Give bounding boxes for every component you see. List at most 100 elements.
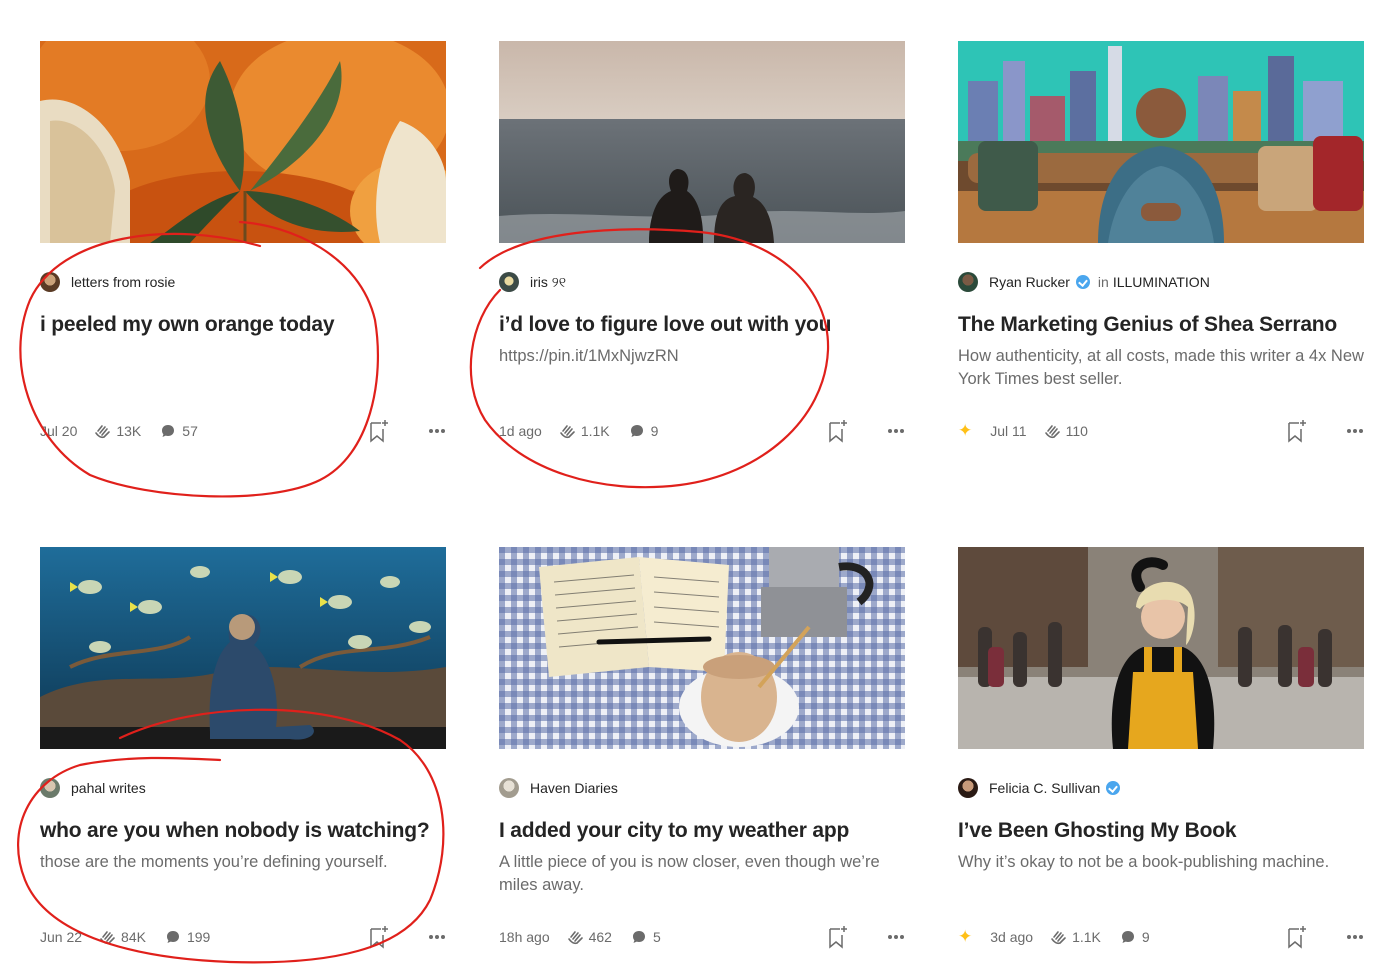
story-thumbnail[interactable]	[499, 41, 905, 243]
clap-icon	[93, 422, 111, 440]
clap-icon	[1043, 422, 1061, 440]
story-card[interactable]: iris ୨୧ i’d love to figure love out with…	[499, 41, 905, 443]
publish-date: 18h ago	[499, 929, 550, 945]
story-actions	[827, 925, 905, 949]
response-count: 5	[652, 929, 661, 945]
response-count: 9	[650, 423, 659, 439]
response-count: 199	[186, 929, 211, 945]
story-thumbnail[interactable]	[30, 11, 470, 291]
author-row: Felicia C. Sullivan	[958, 777, 1121, 799]
more-icon[interactable]	[1346, 934, 1364, 940]
author-avatar[interactable]	[40, 778, 60, 798]
verified-icon	[1106, 781, 1121, 795]
publication-name[interactable]: ILLUMINATION	[1113, 274, 1210, 290]
story-actions	[827, 419, 905, 443]
publish-date: 3d ago	[990, 929, 1034, 945]
author-name[interactable]: iris ୨୧	[530, 274, 566, 291]
author-name[interactable]: letters from rosie	[71, 274, 175, 290]
author-avatar[interactable]	[499, 272, 519, 292]
story-subtitle[interactable]: https://pin.it/1MxNjwzRN	[499, 345, 905, 368]
clap-icon	[1049, 928, 1067, 946]
clap-count: 1.1K	[580, 423, 610, 439]
star-icon: ✦	[958, 927, 973, 946]
response-icon	[632, 930, 646, 944]
author-row: Ryan Rucker in ILLUMINATION	[958, 271, 1210, 293]
publish-date: Jun 22	[40, 929, 83, 945]
clap-count: 462	[588, 929, 612, 945]
verified-icon	[1075, 275, 1090, 289]
story-title[interactable]: I added your city to my weather app	[499, 817, 905, 845]
author-name[interactable]: Haven Diaries	[530, 780, 618, 796]
story-subtitle[interactable]: How authenticity, at all costs, made thi…	[958, 345, 1364, 391]
clap-icon	[98, 928, 116, 946]
author-avatar[interactable]	[958, 272, 978, 292]
more-icon[interactable]	[887, 934, 905, 940]
story-subtitle[interactable]: A little piece of you is now closer, eve…	[499, 851, 905, 897]
story-subtitle[interactable]: Why it’s okay to not be a book-publishin…	[958, 851, 1364, 874]
story-thumbnail[interactable]	[499, 547, 905, 749]
author-avatar[interactable]	[40, 272, 60, 292]
author-avatar[interactable]	[499, 778, 519, 798]
bookmark-add-icon[interactable]	[1286, 419, 1308, 443]
story-subtitle[interactable]: those are the moments you’re defining yo…	[40, 851, 446, 874]
author-row: letters from rosie	[40, 271, 175, 293]
author-row: iris ୨୧	[499, 271, 566, 293]
author-row: Haven Diaries	[499, 777, 618, 799]
clap-count: 84K	[121, 929, 146, 945]
more-icon[interactable]	[1346, 428, 1364, 434]
story-meta: ✦ 3d ago 1.1K 9	[958, 925, 1364, 949]
star-icon: ✦	[958, 421, 973, 440]
author-avatar[interactable]	[958, 778, 978, 798]
clap-icon	[566, 928, 584, 946]
publish-date: Jul 20	[40, 423, 78, 439]
story-actions	[1286, 925, 1364, 949]
publish-date: 1d ago	[499, 423, 542, 439]
publication-prefix: in	[1097, 274, 1109, 290]
more-icon[interactable]	[887, 428, 905, 434]
story-title[interactable]: who are you when nobody is watching?	[40, 817, 446, 845]
story-actions	[1286, 419, 1364, 443]
bookmark-add-icon[interactable]	[1286, 925, 1308, 949]
clap-count: 1.1K	[1072, 929, 1101, 945]
publish-date: Jul 11	[990, 423, 1027, 439]
response-count: 57	[182, 423, 198, 439]
author-name[interactable]: Felicia C. Sullivan	[989, 780, 1100, 796]
response-icon	[1121, 930, 1135, 944]
author-name[interactable]: Ryan Rucker	[989, 274, 1070, 290]
story-title[interactable]: The Marketing Genius of Shea Serrano	[958, 311, 1364, 339]
response-count: 9	[1141, 929, 1150, 945]
story-card[interactable]: Felicia C. Sullivan I’ve Been Ghosting M…	[958, 547, 1364, 949]
annotation-circle	[19, 220, 379, 498]
story-actions	[368, 925, 446, 949]
bookmark-add-icon[interactable]	[827, 419, 849, 443]
story-card[interactable]: Ryan Rucker in ILLUMINATION The Marketin…	[958, 41, 1364, 443]
author-row: pahal writes	[40, 777, 146, 799]
story-meta: 18h ago 462 5	[499, 925, 905, 949]
story-actions	[368, 419, 446, 443]
response-icon	[166, 930, 180, 944]
bookmark-add-icon[interactable]	[827, 925, 849, 949]
more-icon[interactable]	[428, 934, 446, 940]
story-thumbnail[interactable]	[958, 41, 1364, 243]
story-title[interactable]: i’d love to figure love out with you	[499, 311, 905, 339]
clap-count: 110	[1065, 423, 1088, 439]
story-thumbnail[interactable]	[40, 547, 446, 749]
story-meta: Jul 20 13K 57	[40, 419, 446, 443]
response-icon	[161, 424, 175, 438]
bookmark-add-icon[interactable]	[368, 925, 390, 949]
bookmark-add-icon[interactable]	[368, 419, 390, 443]
story-card[interactable]: Haven Diaries I added your city to my we…	[499, 547, 905, 949]
story-card[interactable]: letters from rosie i peeled my own orang…	[30, 11, 470, 443]
author-name[interactable]: pahal writes	[71, 780, 146, 796]
story-title[interactable]: i peeled my own orange today	[40, 311, 446, 339]
clap-icon	[558, 422, 576, 440]
response-icon	[630, 424, 644, 438]
more-icon[interactable]	[428, 428, 446, 434]
story-meta: Jun 22 84K 199	[40, 925, 446, 949]
story-meta: ✦ Jul 11 110	[958, 419, 1364, 443]
story-meta: 1d ago 1.1K 9	[499, 419, 905, 443]
story-title[interactable]: I’ve Been Ghosting My Book	[958, 817, 1364, 845]
story-thumbnail[interactable]	[958, 547, 1364, 749]
clap-count: 13K	[116, 423, 142, 439]
story-card[interactable]: pahal writes who are you when nobody is …	[40, 547, 446, 949]
